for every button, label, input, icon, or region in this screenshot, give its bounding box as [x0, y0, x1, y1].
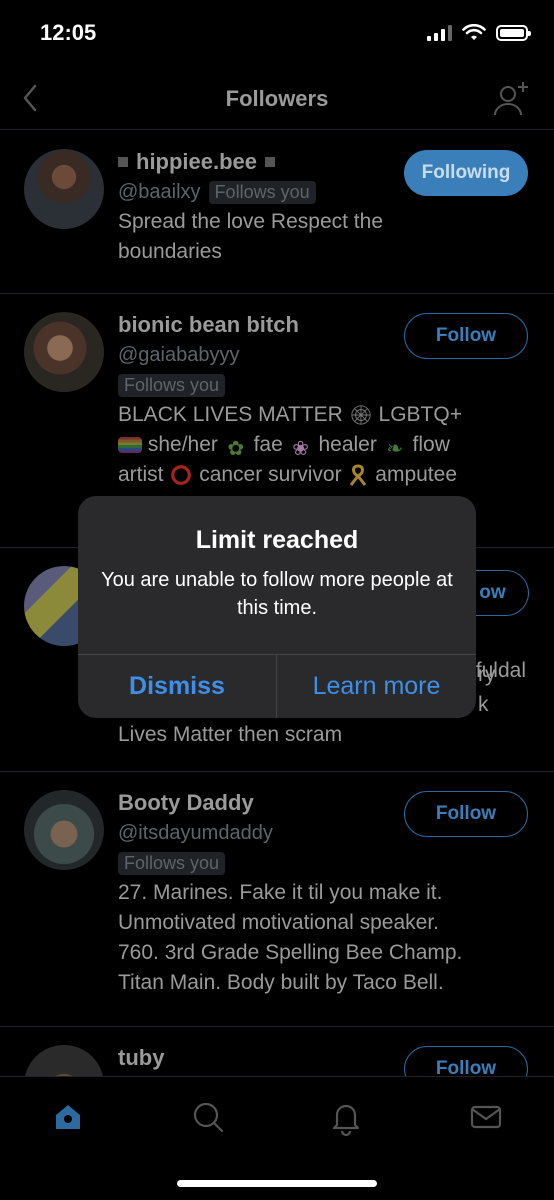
bio-text: amputee	[375, 463, 458, 486]
dialog-title: Limit reached	[195, 526, 359, 554]
follow-button[interactable]: Follow	[404, 791, 528, 837]
nav-bar: Followers	[0, 70, 554, 130]
user-bio: BLACK LIVES MATTER LGBTQ+ she/her ✿ fae …	[118, 400, 534, 490]
learn-more-button[interactable]: Learn more	[277, 655, 476, 718]
bio-text: artist	[118, 463, 164, 486]
user-bio: 27. Marines. Fake it til you make it. Un…	[118, 878, 534, 998]
wifi-icon	[462, 24, 486, 40]
bio-text: healer	[318, 433, 377, 456]
follows-you-badge: Follows you	[118, 851, 226, 875]
follows-you-badge: Follows you	[118, 373, 226, 397]
spiderweb-icon	[351, 405, 371, 426]
follow-button[interactable]: Follow	[404, 313, 528, 359]
status-time: 12:05	[40, 20, 97, 45]
follows-you-badge: Follows you	[208, 180, 316, 204]
list-item[interactable]: hippiee.bee @baailxy Follows you Spread …	[0, 131, 554, 294]
following-button[interactable]: Following	[404, 150, 528, 196]
bio-line: boundaries	[118, 240, 222, 263]
bio-text: BLACK LIVES MATTER	[118, 403, 343, 426]
herb-icon: ❧	[386, 438, 404, 461]
bio-text: flow	[412, 433, 450, 456]
list-item[interactable]: Booty Daddy @itsdayumdaddy Follows you 2…	[0, 772, 554, 1027]
home-icon[interactable]	[48, 1097, 88, 1137]
user-name: bionic bean bitch	[118, 312, 299, 337]
bio-text: cancer survivor	[199, 463, 342, 486]
search-icon[interactable]	[188, 1097, 228, 1137]
status-bar: 12:05	[0, 0, 554, 70]
user-name: tuby	[118, 1045, 165, 1070]
page-title: Followers	[225, 86, 329, 111]
battery-icon	[496, 25, 531, 41]
add-user-icon[interactable]	[492, 78, 532, 118]
user-name: Booty Daddy	[118, 790, 254, 815]
status-icons	[427, 24, 531, 42]
ribbon-icon	[350, 464, 367, 487]
user-bio: Spread the love Respect the boundaries	[118, 207, 534, 267]
bio-text: she/her	[147, 433, 218, 456]
avatar[interactable]	[24, 790, 104, 870]
user-handle: @gaiababyyy	[118, 343, 240, 366]
user-handle: @baailxy	[118, 180, 201, 203]
avatar[interactable]	[24, 312, 104, 392]
seedling-icon: ✿	[227, 438, 245, 461]
rainbow-flag-icon	[118, 437, 142, 454]
red-circle-icon	[171, 465, 192, 486]
avatar[interactable]	[24, 149, 104, 229]
bio-line: Unmotivated motivational speaker.	[118, 911, 439, 934]
fairy-icon: ❀	[292, 438, 309, 461]
user-name: hippiee.bee	[136, 149, 258, 174]
black-square-icon	[118, 157, 128, 167]
home-indicator[interactable]	[177, 1180, 377, 1187]
dialog-message: You are unable to follow more people at …	[101, 569, 453, 619]
bio-text: LGBTQ+	[378, 403, 462, 426]
bio-fragment: k	[478, 693, 489, 716]
bio-line: 27. Marines. Fake it til you make it.	[118, 881, 443, 904]
bio-text: fae	[253, 433, 283, 456]
limit-reached-dialog: Limit reached You are unable to follow m…	[78, 496, 476, 718]
bio-line: 760. 3rd Grade Spelling Bee Champ.	[118, 941, 463, 964]
bio-line: Spread the love Respect the	[118, 210, 384, 233]
bio-fragment: ry	[478, 663, 496, 686]
bio-fragment: Lives Matter then scram	[118, 723, 343, 746]
dismiss-button[interactable]: Dismiss	[78, 655, 276, 718]
black-square-icon	[265, 157, 276, 167]
user-handle: @itsdayumdaddy	[118, 821, 273, 844]
mail-icon[interactable]	[466, 1097, 506, 1137]
signal-icon	[427, 25, 452, 41]
bio-line: Titan Main. Body built by Taco Bell.	[118, 971, 444, 994]
bell-icon[interactable]	[326, 1097, 366, 1137]
